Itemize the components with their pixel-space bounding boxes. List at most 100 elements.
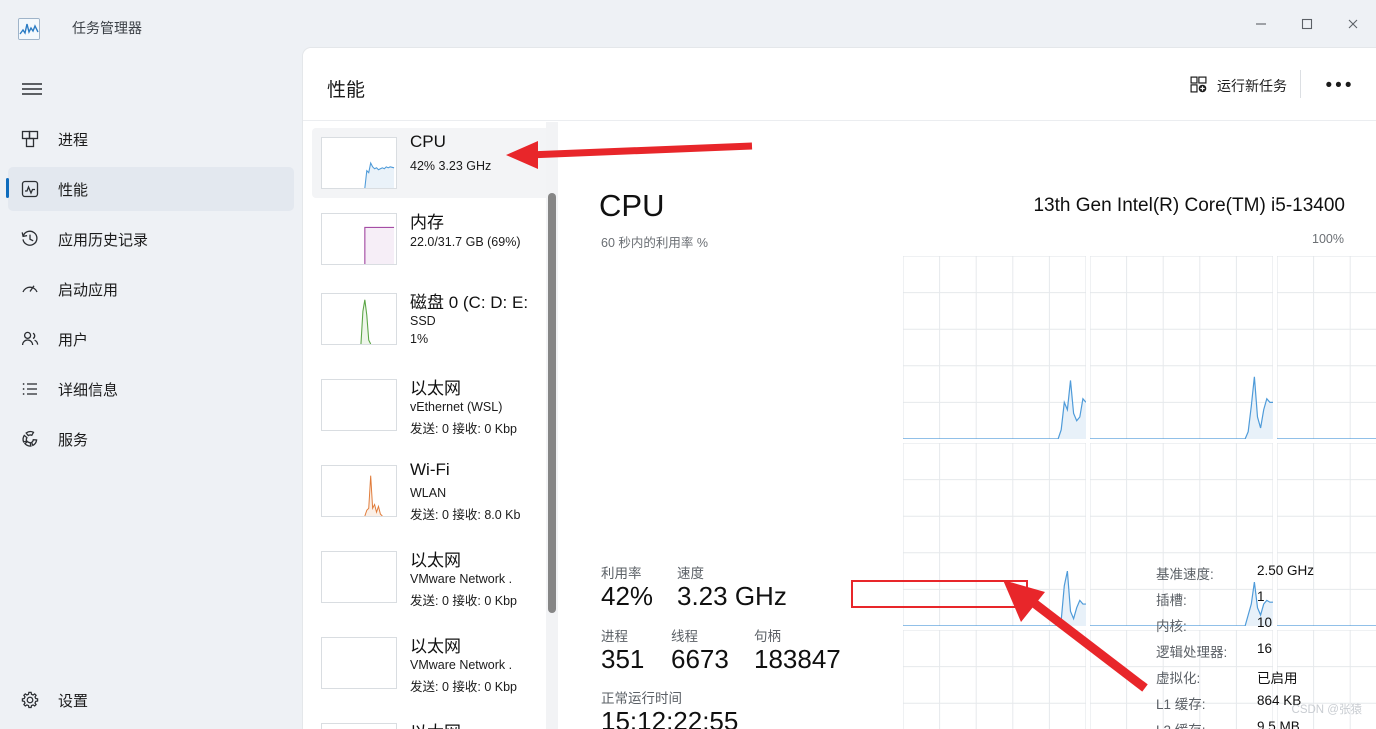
stat-value-utilization: 42%: [601, 581, 654, 611]
list-item-name: 磁盘 0 (C: D: E:: [410, 293, 529, 312]
new-task-icon: [1189, 75, 1208, 97]
sidebar-item-label: 服务: [58, 431, 89, 449]
list-item-ethernet-vmware-3[interactable]: 以太网: [312, 714, 550, 729]
mini-graph-ethernet-vmware-3: [321, 723, 397, 729]
list-item-name: 以太网: [410, 551, 461, 570]
cpu-detail-pane: CPU 13th Gen Intel(R) Core(TM) i5-13400 …: [559, 122, 1376, 729]
list-item-wifi[interactable]: Wi-Fi WLAN 发送: 0 接收: 8.0 Kb: [312, 456, 550, 526]
mini-graph-memory: [321, 213, 397, 265]
sidebar-item-processes[interactable]: 进程: [8, 117, 294, 161]
watermark: CSDN @张猿: [1291, 704, 1362, 716]
list-item-sub-0: VMware Network .: [410, 572, 513, 586]
close-icon[interactable]: [1330, 0, 1376, 47]
resource-list[interactable]: CPU 42% 3.23 GHz 内存 22.0/31.7 GB (69%) 磁…: [304, 122, 558, 729]
logical-processor-chart[interactable]: [1277, 443, 1376, 626]
list-item-cpu[interactable]: CPU 42% 3.23 GHz: [312, 128, 550, 198]
detail-label-base-speed: 基准速度:: [1156, 567, 1214, 582]
stat-value-speed: 3.23 GHz: [677, 581, 787, 611]
window-controls: [1238, 0, 1376, 47]
resource-list-scrollbar-thumb[interactable]: [548, 193, 556, 613]
list-item-sub-1: 发送: 0 接收: 0 Kbp: [410, 594, 517, 608]
minimize-icon[interactable]: [1238, 0, 1284, 47]
graph-caption: 60 秒内的利用率 %: [601, 236, 708, 250]
logical-processor-chart[interactable]: [903, 630, 1086, 729]
list-item-sub-1: 发送: 0 接收: 0 Kbp: [410, 680, 517, 694]
more-options-icon[interactable]: •••: [1321, 72, 1359, 100]
startup-icon: [8, 269, 52, 309]
page-title: 性能: [327, 80, 366, 101]
sidebar-item-settings[interactable]: 设置: [8, 678, 294, 722]
stat-label-processes: 进程: [601, 629, 628, 644]
graph-max-label: 100%: [1312, 232, 1344, 246]
selection-indicator: [6, 178, 9, 198]
list-item-sub-1: 发送: 0 接收: 0 Kbp: [410, 422, 517, 436]
sidebar-item-app-history[interactable]: 应用历史记录: [8, 217, 294, 261]
run-new-task-label: 运行新任务: [1217, 78, 1287, 94]
mini-graph-wifi: [321, 465, 397, 517]
window-title: 任务管理器: [72, 20, 142, 36]
detail-value-logical-processors: 16: [1257, 641, 1273, 656]
users-icon: [8, 319, 52, 359]
list-item-name: CPU: [410, 132, 446, 151]
list-item-ethernet-wsl[interactable]: 以太网 vEthernet (WSL) 发送: 0 接收: 0 Kbp: [312, 370, 550, 440]
toolbar-divider: [1300, 70, 1301, 98]
detail-value-base-speed: 2.50 GHz: [1257, 563, 1315, 578]
list-item-ethernet-vmware-1[interactable]: 以太网 VMware Network . 发送: 0 接收: 0 Kbp: [312, 542, 550, 612]
list-item-sub-1: 1%: [410, 332, 429, 346]
list-item-memory[interactable]: 内存 22.0/31.7 GB (69%): [312, 204, 550, 274]
detail-label-l1-cache: L1 缓存:: [1156, 697, 1206, 712]
list-item-name: 以太网: [410, 718, 461, 729]
detail-value-virtualization: 已启用: [1257, 671, 1298, 686]
sidebar-item-label: 启动应用: [58, 281, 119, 299]
sidebar: 进程 性能 应用历史记录 启动应用 用户 详细信息 服务 设置: [0, 56, 302, 729]
processes-icon: [8, 119, 52, 159]
detail-label-l2-cache: L2 缓存:: [1156, 719, 1206, 729]
stat-value-threads: 6673: [671, 644, 729, 674]
content-header: 性能 运行新任务 •••: [303, 48, 1376, 121]
detail-value-l2-cache: 9.5 MB: [1257, 719, 1300, 729]
list-item-name: 以太网: [410, 637, 461, 656]
cpu-model-name: 13th Gen Intel(R) Core(TM) i5-13400: [1033, 195, 1345, 216]
list-item-sub-0: SSD: [410, 314, 436, 328]
detail-label-virtualization: 虚拟化:: [1156, 671, 1201, 686]
logical-processors-grid[interactable]: [903, 256, 1376, 729]
mini-graph-ethernet-wsl: [321, 379, 397, 431]
gear-icon: [8, 680, 52, 720]
mini-graph-cpu: [321, 137, 397, 189]
run-new-task-button[interactable]: 运行新任务: [1189, 71, 1287, 101]
sidebar-item-performance[interactable]: 性能: [6, 167, 294, 211]
list-item-name: 以太网: [410, 379, 461, 398]
list-item-ethernet-vmware-2[interactable]: 以太网 VMware Network . 发送: 0 接收: 0 Kbp: [312, 628, 550, 698]
stat-label-handles: 句柄: [754, 629, 781, 644]
logical-processor-chart[interactable]: [1090, 256, 1273, 439]
sidebar-item-label: 应用历史记录: [58, 231, 149, 249]
sidebar-item-users[interactable]: 用户: [8, 317, 294, 361]
sidebar-item-startup-apps[interactable]: 启动应用: [8, 267, 294, 311]
list-item-name: 内存: [410, 213, 444, 232]
maximize-icon[interactable]: [1284, 0, 1330, 47]
history-icon: [8, 219, 52, 259]
sidebar-item-label: 详细信息: [58, 381, 119, 399]
hamburger-icon[interactable]: [10, 69, 54, 109]
highlight-box-logical-processors: [851, 580, 1028, 608]
task-manager-window: 任务管理器 进程 性能 应用历史记录 启动应用 用户 详细信息 服务 设置 性能…: [0, 0, 1376, 729]
stat-label-utilization: 利用率: [601, 566, 642, 581]
details-icon: [8, 369, 52, 409]
detail-label-cores: 内核:: [1156, 619, 1187, 634]
list-item-sub-0: WLAN: [410, 486, 447, 500]
detail-value-cores: 10: [1257, 615, 1273, 630]
logical-processor-chart[interactable]: [1277, 256, 1376, 439]
content-area: 性能 运行新任务 ••• CPU 42% 3.23 GHz 内存 22.0/31…: [302, 47, 1376, 729]
logical-processor-chart[interactable]: [903, 256, 1086, 439]
sidebar-item-details[interactable]: 详细信息: [8, 367, 294, 411]
sidebar-item-services[interactable]: 服务: [8, 417, 294, 461]
list-item-sub-0: vEthernet (WSL): [410, 400, 503, 414]
list-item-sub-0: 42% 3.23 GHz: [410, 159, 492, 173]
detail-label-sockets: 插槽:: [1156, 593, 1187, 608]
detail-value-sockets: 1: [1257, 589, 1265, 604]
detail-label-logical-processors: 逻辑处理器:: [1156, 645, 1228, 660]
list-item-disk[interactable]: 磁盘 0 (C: D: E: SSD 1%: [312, 284, 550, 354]
cpu-heading: CPU: [599, 188, 665, 223]
list-item-sub-0: VMware Network .: [410, 658, 513, 672]
stat-label-threads: 线程: [671, 629, 698, 644]
